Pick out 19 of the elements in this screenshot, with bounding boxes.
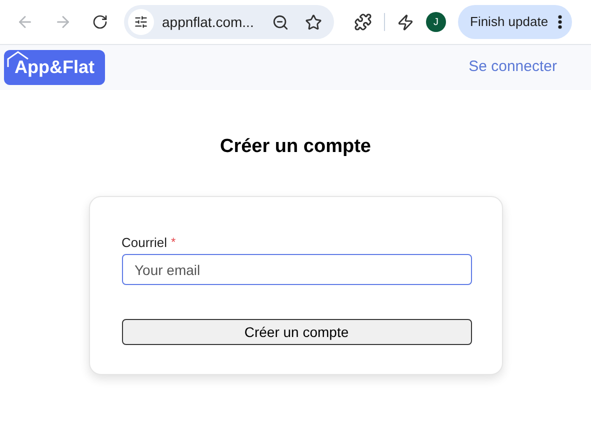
reload-icon[interactable] — [92, 14, 108, 30]
finish-update-button[interactable]: Finish update — [458, 5, 572, 39]
site-settings-button[interactable] — [128, 9, 154, 35]
sliders-icon — [134, 15, 148, 29]
bookmark-star-icon[interactable] — [305, 14, 322, 30]
lightning-icon[interactable] — [397, 14, 414, 30]
email-label: Courriel — [122, 234, 168, 252]
more-options-icon — [558, 15, 562, 29]
create-account-button[interactable]: Créer un compte — [122, 319, 472, 345]
required-mark: * — [171, 234, 176, 252]
address-bar[interactable]: appnflat.com... — [124, 5, 334, 39]
zoom-icon[interactable] — [272, 14, 289, 30]
login-link[interactable]: Se connecter — [468, 56, 557, 79]
page-title: Créer un compte — [220, 135, 371, 159]
url-text: appnflat.com... — [162, 12, 254, 32]
extensions-icon[interactable] — [354, 13, 372, 31]
email-field[interactable]: Your email — [122, 254, 472, 285]
profile-avatar[interactable]: J — [426, 12, 446, 32]
app-logo[interactable]: App&Flat — [4, 50, 105, 85]
